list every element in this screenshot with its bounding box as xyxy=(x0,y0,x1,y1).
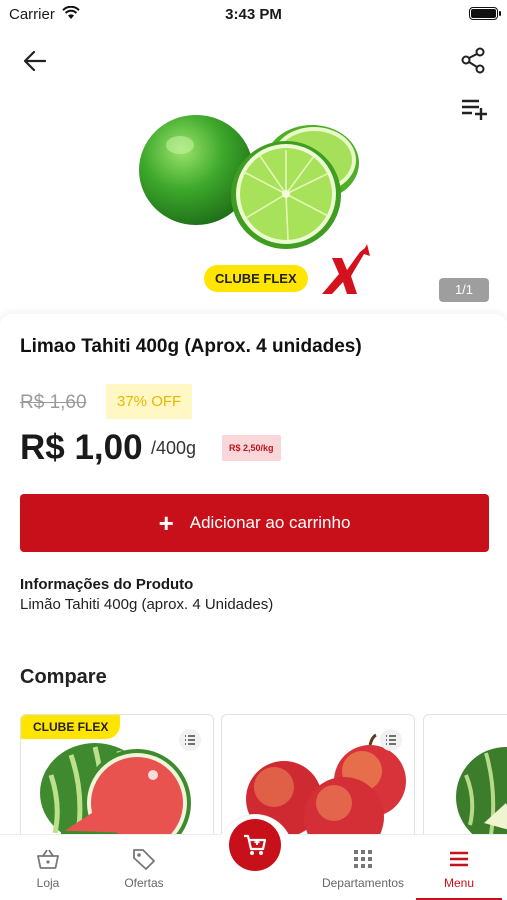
playlist-add-icon xyxy=(462,99,487,120)
product-hero: CLUBE FLEX 1/1 xyxy=(0,30,507,330)
cart-icon xyxy=(244,834,267,855)
clube-flex-badge: CLUBE FLEX xyxy=(204,265,308,292)
melon-image xyxy=(456,747,507,834)
tag-icon xyxy=(133,849,155,870)
basket-icon xyxy=(37,849,59,869)
add-to-cart-button[interactable]: + Adicionar ao carrinho xyxy=(20,494,489,552)
nav-label-menu: Menu xyxy=(443,876,475,890)
status-bar: Carrier 3:43 PM xyxy=(0,0,507,30)
back-button[interactable] xyxy=(20,46,50,76)
bottom-navigation: Loja Ofertas Departamentos Menu xyxy=(0,814,507,900)
discount-badge: 37% OFF xyxy=(106,384,193,419)
product-info-heading: Informações do Produto xyxy=(20,576,194,593)
nav-item-ofertas[interactable]: Ofertas xyxy=(112,835,176,900)
nav-label-departamentos: Departamentos xyxy=(321,876,405,890)
list-icon[interactable] xyxy=(380,729,402,751)
cart-button[interactable] xyxy=(229,819,281,871)
grid-icon xyxy=(354,850,372,868)
compare-card-watermelon[interactable]: CLUBE FLEX xyxy=(20,714,214,834)
plus-icon: + xyxy=(158,508,174,538)
add-to-list-button[interactable] xyxy=(459,96,489,122)
status-time: 3:43 PM xyxy=(225,6,282,23)
current-price: R$ 1,00 xyxy=(20,428,143,467)
hamburger-icon xyxy=(450,851,468,867)
price-unit: /400g xyxy=(151,438,197,458)
product-details-sheet: Limao Tahiti 400g (Aprox. 4 unidades) R$… xyxy=(0,314,507,834)
share-icon xyxy=(461,47,485,74)
add-to-cart-label: Adicionar ao carrinho xyxy=(189,513,351,532)
nav-label-ofertas: Ofertas xyxy=(124,876,164,890)
price-per-kg-badge: R$ 2,50/kg xyxy=(222,435,281,461)
product-title: Limao Tahiti 400g (Aprox. 4 unidades) xyxy=(20,336,362,357)
share-button[interactable] xyxy=(459,46,489,76)
product-info-text: Limão Tahiti 400g (aprox. 4 Unidades) xyxy=(20,596,274,613)
list-icon[interactable] xyxy=(179,729,201,751)
old-price: R$ 1,60 xyxy=(20,392,87,413)
nav-item-menu[interactable]: Menu xyxy=(416,835,502,900)
compare-heading: Compare xyxy=(20,666,107,688)
nav-item-departamentos[interactable]: Departamentos xyxy=(310,835,416,900)
product-image-limes xyxy=(139,115,359,249)
brand-x-logo xyxy=(322,244,370,294)
battery-icon xyxy=(469,7,501,20)
image-pager: 1/1 xyxy=(439,278,489,302)
nav-item-loja[interactable]: Loja xyxy=(18,835,78,900)
arrow-left-icon xyxy=(24,51,46,71)
compare-card-badge: CLUBE FLEX xyxy=(21,715,121,739)
compare-card-melon[interactable] xyxy=(423,714,507,834)
nav-label-loja: Loja xyxy=(36,876,60,890)
